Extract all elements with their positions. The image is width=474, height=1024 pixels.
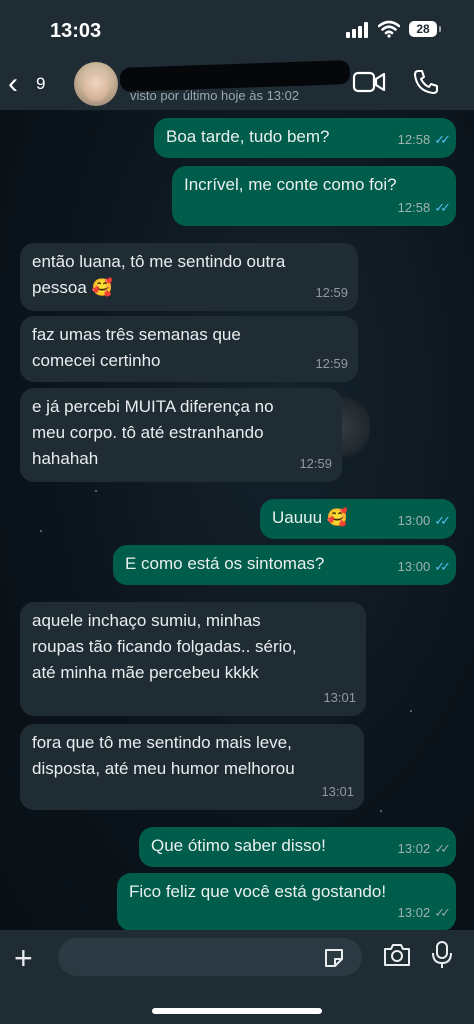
message-bubble-outgoing[interactable]: Incrível, me conte como foi? 12:58 ✓✓ xyxy=(172,166,456,226)
battery-level: 28 xyxy=(416,22,430,36)
chat-header: ‹ 9 visto por último hoje às 13:02 xyxy=(0,59,474,110)
camera-icon[interactable] xyxy=(382,942,412,968)
read-ticks-icon: ✓✓ xyxy=(434,132,451,147)
message-bubble-incoming[interactable]: faz umas três semanas que comecei certin… xyxy=(20,316,358,382)
message-time: 13:02 xyxy=(397,905,431,920)
message-time: 13:02 xyxy=(397,841,431,856)
unread-count[interactable]: 9 xyxy=(36,74,45,94)
message-meta: 13:02 ✓✓ xyxy=(397,836,451,862)
message-meta: 13:01 xyxy=(321,779,354,805)
back-chevron-icon[interactable]: ‹ xyxy=(8,69,18,99)
message-bubble-incoming[interactable]: então luana, tô me sentindo outra pessoa… xyxy=(20,243,358,311)
cellular-signal-icon xyxy=(346,22,368,38)
message-input[interactable] xyxy=(58,938,362,976)
message-meta: 13:00 ✓✓ xyxy=(397,508,451,534)
message-time: 12:59 xyxy=(299,456,332,471)
message-bubble-incoming[interactable]: aquele inchaço sumiu, minhas roupas tão … xyxy=(20,602,366,716)
message-bubble-outgoing[interactable]: E como está os sintomas? 13:00 ✓✓ xyxy=(113,545,456,585)
message-time: 12:59 xyxy=(315,356,348,371)
message-time: 13:00 xyxy=(397,559,431,574)
message-text: e já percebi MUITA diferença no meu corp… xyxy=(32,397,274,468)
video-call-icon[interactable] xyxy=(352,70,386,94)
message-meta: 12:59 xyxy=(315,280,348,306)
read-ticks-icon: ✓✓ xyxy=(434,513,451,528)
message-meta: 13:02 ✓✓ xyxy=(397,900,451,926)
message-time: 12:59 xyxy=(315,285,348,300)
message-time: 12:58 xyxy=(397,132,431,147)
message-time: 13:00 xyxy=(397,513,431,528)
wallpaper-star xyxy=(95,490,97,492)
message-meta: 12:59 xyxy=(315,351,348,377)
message-bubble-outgoing[interactable]: Que ótimo saber disso! 13:02 ✓✓ xyxy=(139,827,456,867)
sticker-icon[interactable] xyxy=(322,946,346,970)
phone-call-icon[interactable] xyxy=(412,68,440,96)
message-meta: 12:59 xyxy=(299,451,332,477)
wifi-icon xyxy=(378,20,400,38)
message-meta: 12:58 ✓✓ xyxy=(397,127,451,153)
delivered-ticks-icon: ✓✓ xyxy=(434,905,451,920)
message-meta: 12:58 ✓✓ xyxy=(397,195,451,221)
read-ticks-icon: ✓✓ xyxy=(434,559,451,574)
message-time: 13:01 xyxy=(321,784,354,799)
attach-plus-icon[interactable]: + xyxy=(14,942,33,974)
message-meta: 13:00 ✓✓ xyxy=(397,554,451,580)
message-bubble-outgoing[interactable]: Uauuu 🥰 13:00 ✓✓ xyxy=(260,499,456,539)
message-text: E como está os sintomas? xyxy=(125,554,325,573)
message-meta: 13:01 xyxy=(323,685,356,711)
contact-avatar[interactable] xyxy=(74,62,118,106)
wallpaper-star xyxy=(410,710,412,712)
message-text: aquele inchaço sumiu, minhas roupas tão … xyxy=(32,611,297,682)
message-bubble-incoming[interactable]: e já percebi MUITA diferença no meu corp… xyxy=(20,388,342,482)
last-seen-status: visto por último hoje às 13:02 xyxy=(130,88,300,103)
message-bubble-outgoing[interactable]: Boa tarde, tudo bem? 12:58 ✓✓ xyxy=(154,118,456,158)
status-bar: 13:03 28 xyxy=(0,0,474,62)
message-text: fora que tô me sentindo mais leve, dispo… xyxy=(32,733,295,778)
status-time: 13:03 xyxy=(50,20,102,42)
microphone-icon[interactable] xyxy=(430,940,454,970)
message-text: então luana, tô me sentindo outra pessoa… xyxy=(32,252,286,297)
wallpaper-star xyxy=(380,810,382,812)
delivered-ticks-icon: ✓✓ xyxy=(434,841,451,856)
battery-icon: 28 xyxy=(409,21,441,37)
message-time: 13:01 xyxy=(323,690,356,705)
wallpaper-star xyxy=(40,530,42,532)
message-bubble-incoming[interactable]: fora que tô me sentindo mais leve, dispo… xyxy=(20,724,364,810)
message-text: faz umas três semanas que comecei certin… xyxy=(32,325,241,370)
message-time: 12:58 xyxy=(397,200,431,215)
read-ticks-icon: ✓✓ xyxy=(434,200,451,215)
message-bubble-outgoing[interactable]: Fico feliz que você está gostando! 13:02… xyxy=(117,873,456,931)
home-indicator xyxy=(152,1008,322,1014)
